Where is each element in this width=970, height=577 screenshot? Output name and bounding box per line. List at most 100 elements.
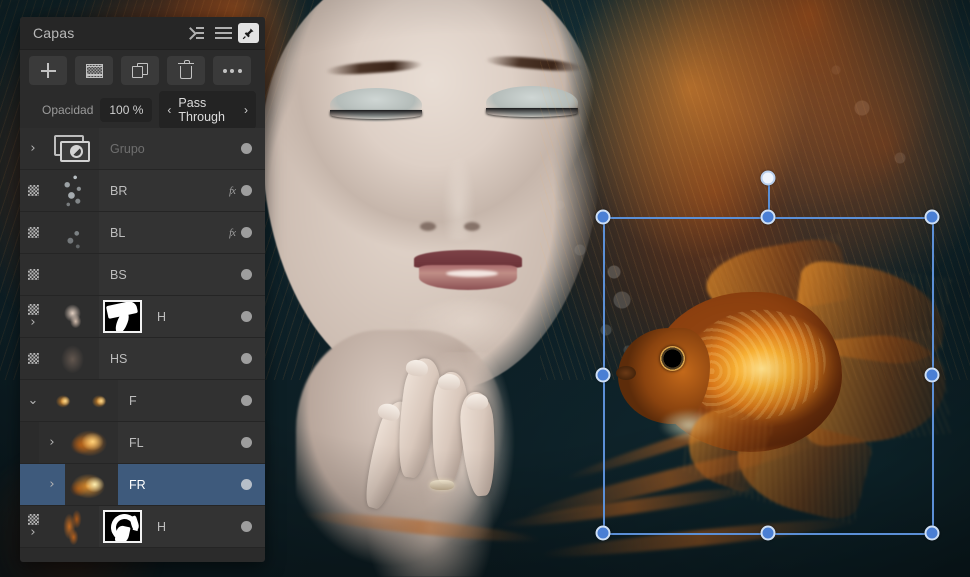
blend-next-icon[interactable]: › [244,103,248,117]
layer-mask-art [103,510,142,543]
layer-thumbnail[interactable] [46,380,118,421]
layer-name[interactable]: FR [118,464,219,505]
layer-gutter[interactable]: ⌄ [20,380,46,421]
transparency-checker-icon [27,304,39,315]
layer-thumbnail[interactable] [65,464,118,505]
more-options-button[interactable] [213,56,251,85]
plus-icon [40,63,56,78]
chevron-right-icon[interactable]: › [49,478,54,491]
layer-row-controls [219,296,265,337]
layer-visibility-toggle[interactable] [241,521,252,532]
layer-gutter-nested[interactable]: › [39,422,65,463]
opacity-label: Opacidad [42,102,94,117]
layer-name[interactable]: BS [99,254,219,295]
chevron-down-icon[interactable]: ⌄ [28,394,39,407]
layer-gutter[interactable] [20,254,46,295]
add-mask-button[interactable] [75,56,113,85]
layer-row-controls [219,380,265,421]
layer-row-controls [219,254,265,295]
layer-thumbnail-art [46,338,99,379]
layer-visibility-toggle[interactable] [241,269,252,280]
layer-name[interactable]: HS [99,338,219,379]
layer-name[interactable]: BR [99,170,219,211]
layer-mask-thumbnail[interactable] [99,296,146,337]
add-layer-button[interactable] [29,56,67,85]
layer-thumbnail-art [54,391,74,410]
layer-name[interactable]: Grupo [99,128,219,169]
layer-gutter[interactable]: › [20,128,46,169]
layer-visibility-toggle[interactable] [241,395,252,406]
layer-row[interactable]: › H [20,296,265,338]
duplicate-layer-button[interactable] [121,56,159,85]
layer-indent [20,464,39,505]
layer-name[interactable]: H [146,296,219,337]
layer-thumbnail[interactable] [46,170,99,211]
layer-thumbnail-art [65,422,118,463]
layer-thumbnail[interactable] [46,254,99,295]
layer-row[interactable]: › H [20,506,265,548]
layer-row-controls [219,422,265,463]
layer-name[interactable]: FL [118,422,219,463]
panel-header: Capas [20,17,265,50]
layer-mask-thumbnail[interactable] [99,506,146,547]
layer-visibility-toggle[interactable] [241,437,252,448]
layer-visibility-toggle[interactable] [241,185,252,196]
layer-row[interactable]: › FL [20,422,265,464]
layer-visibility-toggle[interactable] [241,479,252,490]
layer-name[interactable]: F [118,380,219,421]
lower-lip [419,265,517,290]
layer-thumbnail[interactable] [65,422,118,463]
delete-layer-button[interactable] [167,56,205,85]
layer-row[interactable]: › FR [20,464,265,506]
layer-gutter-nested[interactable]: › [39,464,65,505]
layer-visibility-toggle[interactable] [241,143,252,154]
layer-thumbnail-art [65,464,118,505]
layer-visibility-toggle[interactable] [241,311,252,322]
eyelash-left [330,110,422,119]
collapse-panel-glyph [186,26,204,40]
chevron-right-icon[interactable]: › [30,316,35,329]
chevron-right-icon[interactable]: › [30,142,35,155]
fx-badge-icon[interactable]: fx [229,185,236,197]
layer-thumbnail[interactable] [46,128,99,169]
layer-gutter[interactable]: › [20,506,46,547]
layers-panel[interactable]: Capas Opacidad 100 % ‹ Pass Through › › … [20,17,265,562]
layer-row[interactable]: BR fx [20,170,265,212]
layer-thumbnail[interactable] [46,212,99,253]
layer-row[interactable]: › Grupo [20,128,265,170]
layer-thumbnail[interactable] [46,506,99,547]
collapse-panel-icon[interactable] [182,21,208,45]
panel-menu-icon[interactable] [210,21,236,45]
layer-visibility-toggle[interactable] [241,227,252,238]
adjustment-group-icon [54,135,92,163]
layer-list[interactable]: › Grupo BR fx BL fx BS › H HS ⌄ F › FL › FR › H [20,128,265,548]
chevron-right-icon[interactable]: › [49,436,54,449]
layer-row[interactable]: HS [20,338,265,380]
layer-row-controls [219,338,265,379]
layer-thumbnail[interactable] [46,296,99,337]
blend-prev-icon[interactable]: ‹ [167,103,171,117]
layers-toolbar [20,50,265,91]
layer-thumbnail[interactable] [46,338,99,379]
fingernail-2 [438,374,460,390]
layer-gutter[interactable] [20,212,46,253]
layer-gutter[interactable]: › [20,296,46,337]
fish-mouth [616,366,636,380]
layer-gutter[interactable] [20,170,46,211]
trash-icon [178,59,194,79]
layer-gutter[interactable] [20,338,46,379]
layer-visibility-toggle[interactable] [241,353,252,364]
chevron-right-icon[interactable]: › [30,526,35,539]
layer-name[interactable]: BL [99,212,219,253]
layer-row[interactable]: ⌄ F [20,380,265,422]
layer-name[interactable]: H [146,506,219,547]
blend-mode-value: Pass Through [178,95,225,124]
lip-highlight [446,270,498,277]
fx-badge-icon[interactable]: fx [229,227,236,239]
pin-icon[interactable] [238,23,259,43]
layer-row[interactable]: BS [20,254,265,296]
nostril-right [464,222,480,231]
blend-mode-selector[interactable]: ‹ Pass Through › [159,90,256,129]
opacity-value[interactable]: 100 % [100,97,153,122]
layer-row[interactable]: BL fx [20,212,265,254]
